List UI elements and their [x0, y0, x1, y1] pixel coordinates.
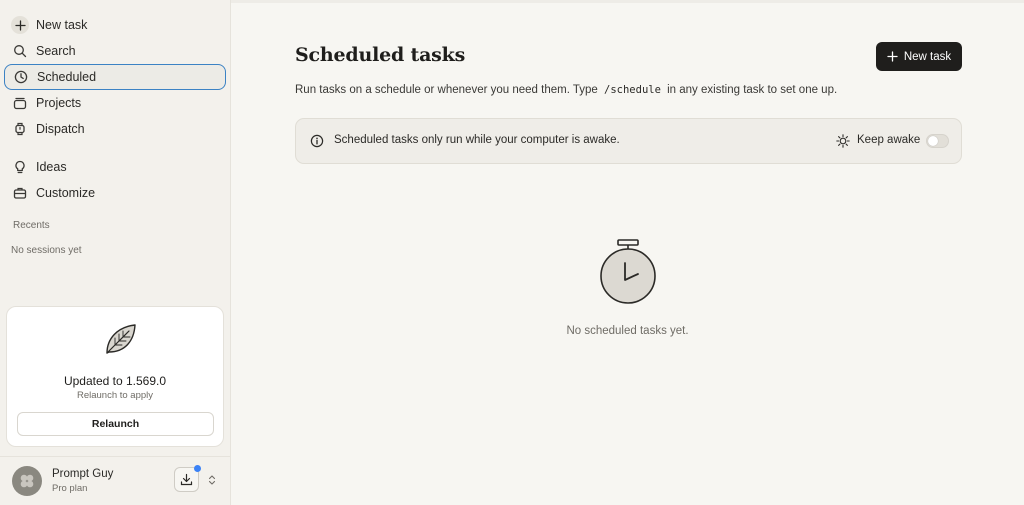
awake-notice-text: Scheduled tasks only run while your comp… — [334, 134, 620, 146]
briefcase-icon — [12, 185, 28, 201]
new-task-button[interactable]: New task — [876, 42, 962, 71]
keep-awake-label: Keep awake — [857, 134, 921, 146]
relaunch-button[interactable]: Relaunch — [17, 412, 214, 436]
sidebar: New task Search Scheduled Projects Dispa… — [0, 0, 231, 505]
empty-state-text: No scheduled tasks yet. — [566, 325, 689, 337]
leaf-icon — [106, 324, 136, 354]
sidebar-item-search[interactable]: Search — [4, 38, 226, 64]
app-window: New task Search Scheduled Projects Dispa… — [0, 0, 1024, 505]
plus-icon — [11, 16, 29, 34]
profile-section[interactable]: Prompt Guy Pro plan — [0, 456, 230, 505]
sidebar-item-label: New task — [36, 18, 88, 32]
sidebar-item-ideas[interactable]: Ideas — [4, 154, 226, 180]
sidebar-item-label: Search — [36, 44, 76, 58]
page-description: Run tasks on a schedule or whenever you … — [295, 84, 837, 96]
sidebar-item-label: Customize — [36, 186, 96, 200]
folder-stack-icon — [12, 95, 28, 111]
description-text-end: in any existing task to set one up. — [667, 84, 838, 96]
search-icon — [12, 43, 28, 59]
sidebar-item-dispatch[interactable]: Dispatch — [4, 116, 226, 142]
profile-name: Prompt Guy — [52, 468, 114, 480]
sidebar-item-scheduled[interactable]: Scheduled — [4, 64, 226, 90]
info-icon — [310, 134, 324, 148]
sidebar-item-new-task[interactable]: New task — [4, 12, 226, 38]
new-task-button-label: New task — [903, 50, 952, 63]
schedule-command: /schedule — [604, 84, 661, 96]
keep-awake-toggle[interactable] — [926, 134, 949, 148]
update-title: Updated to 1.569.0 — [63, 374, 167, 388]
account-menu-toggle[interactable] — [206, 473, 218, 487]
toggle-knob — [928, 136, 938, 146]
clock-icon — [13, 69, 29, 85]
awake-notice-banner: Scheduled tasks only run while your comp… — [295, 118, 962, 164]
avatar[interactable] — [12, 466, 42, 496]
main-panel: Scheduled tasks New task Run tasks on a … — [231, 0, 1024, 505]
sun-icon — [836, 134, 850, 148]
watch-icon — [12, 121, 28, 137]
sidebar-item-label: Scheduled — [37, 70, 97, 84]
plus-icon — [887, 51, 898, 62]
description-text: Run tasks on a schedule or whenever you … — [295, 84, 598, 96]
top-border — [231, 0, 1024, 3]
download-icon — [180, 473, 193, 486]
sidebar-item-label: Projects — [36, 96, 82, 110]
sidebar-item-label: Ideas — [36, 160, 67, 174]
stopwatch-icon — [600, 239, 656, 304]
update-card: Updated to 1.569.0 Relaunch to apply Rel… — [6, 306, 224, 447]
sidebar-item-customize[interactable]: Customize — [4, 180, 226, 206]
notification-dot — [194, 465, 201, 472]
page-title: Scheduled tasks — [295, 44, 466, 66]
lightbulb-icon — [12, 159, 28, 175]
avatar-pattern-icon — [20, 474, 34, 488]
sidebar-item-projects[interactable]: Projects — [4, 90, 226, 116]
update-subtitle: Relaunch to apply — [76, 390, 154, 401]
no-sessions-text: No sessions yet — [11, 245, 82, 256]
recents-heading: Recents — [13, 220, 50, 231]
profile-plan: Pro plan — [52, 483, 88, 494]
chevron-up-down-icon — [208, 475, 216, 485]
sidebar-item-label: Dispatch — [36, 122, 85, 136]
